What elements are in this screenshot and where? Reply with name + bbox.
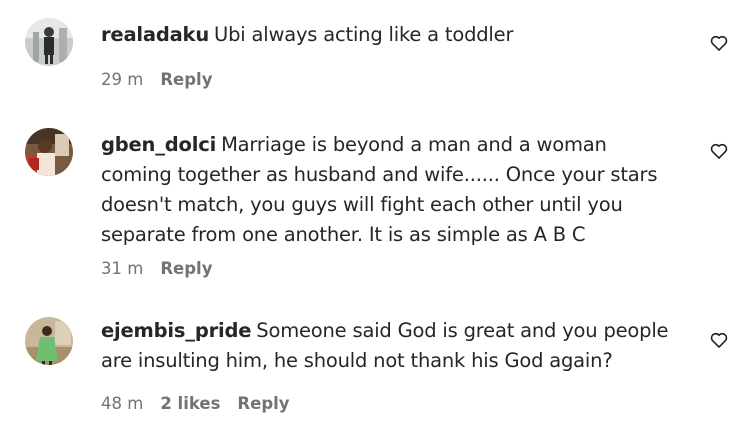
comment-username[interactable]: realadaku: [101, 23, 209, 46]
avatar[interactable]: [25, 317, 73, 365]
comment-username[interactable]: ejembis_pride: [101, 319, 251, 342]
avatar-photo-realadaku: [25, 18, 73, 66]
heart-icon[interactable]: [709, 33, 729, 53]
comment-text: gben_dolci Marriage is beyond a man and a…: [101, 130, 681, 250]
heart-icon[interactable]: [709, 141, 729, 161]
comment-timestamp: 48 m: [101, 394, 144, 413]
comment-item: realadaku Ubi always acting like a toddle…: [0, 0, 747, 110]
comment-meta: 48 m 2 likes Reply: [101, 394, 290, 413]
avatar[interactable]: [25, 128, 73, 176]
comment-body: Ubi always acting like a toddler: [214, 23, 514, 46]
comment-text: ejembis_pride Someone said God is great a…: [101, 316, 681, 376]
likes-count-button[interactable]: 2 likes: [160, 394, 220, 413]
avatar-photo-ejembis_pride: [25, 317, 73, 365]
reply-button[interactable]: Reply: [160, 70, 212, 89]
reply-button[interactable]: Reply: [237, 394, 289, 413]
comment-item: gben_dolci Marriage is beyond a man and a…: [0, 110, 747, 300]
comment-item: ejembis_pride Someone said God is great a…: [0, 300, 747, 433]
comment-timestamp: 29 m: [101, 70, 144, 89]
reply-button[interactable]: Reply: [160, 259, 212, 278]
heart-icon[interactable]: [709, 330, 729, 350]
comment-username[interactable]: gben_dolci: [101, 133, 216, 156]
avatar-photo-gben_dolci: [25, 128, 73, 176]
comment-meta: 31 m Reply: [101, 259, 212, 278]
comment-meta: 29 m Reply: [101, 70, 212, 89]
comment-timestamp: 31 m: [101, 259, 144, 278]
comment-text: realadaku Ubi always acting like a toddle…: [101, 20, 681, 50]
avatar[interactable]: [25, 18, 73, 66]
